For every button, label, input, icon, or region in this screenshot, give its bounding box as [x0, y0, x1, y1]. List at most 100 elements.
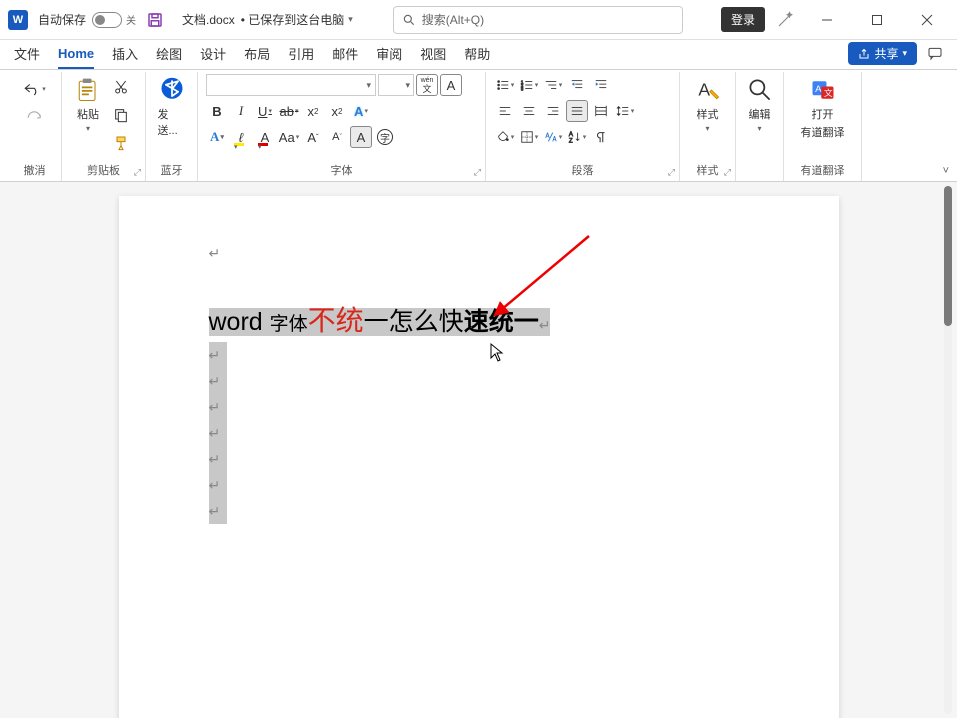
- ribbon-tabs: 文件 Home 插入 绘图 设计 布局 引用 邮件 审阅 视图 帮助 共享: [0, 40, 957, 70]
- tab-view[interactable]: 视图: [420, 40, 446, 69]
- change-case-button[interactable]: Aa: [278, 126, 300, 148]
- group-clipboard: 粘贴 ▾ 剪贴板⤢: [62, 72, 146, 181]
- ribbon-collapse-icon[interactable]: ˅: [943, 165, 949, 177]
- tab-home[interactable]: Home: [58, 42, 94, 69]
- share-button[interactable]: 共享: [848, 42, 917, 65]
- group-bluetooth-label: 蓝牙: [154, 160, 189, 181]
- tab-help[interactable]: 帮助: [464, 40, 490, 69]
- svg-text:Z: Z: [569, 137, 573, 144]
- tab-review[interactable]: 审阅: [376, 40, 402, 69]
- text-effects-button[interactable]: A: [350, 100, 372, 122]
- superscript-button[interactable]: x2: [326, 100, 348, 122]
- scroll-thumb[interactable]: [944, 186, 952, 326]
- selected-text-line[interactable]: word 字体不统一怎么快速统一↵: [209, 300, 749, 342]
- minimize-button[interactable]: [805, 5, 849, 35]
- login-button[interactable]: 登录: [721, 7, 765, 32]
- highlight-button[interactable]: ℓ: [230, 126, 252, 148]
- multilevel-list-button[interactable]: [542, 74, 564, 96]
- paragraph-mark-icon: ↵: [209, 373, 221, 390]
- font-color-button[interactable]: A: [254, 126, 276, 148]
- tab-design[interactable]: 设计: [200, 40, 226, 69]
- bullets-button[interactable]: [494, 74, 516, 96]
- group-paragraph: 123 AZ 段落⤢: [486, 72, 680, 181]
- align-right-button[interactable]: [542, 100, 564, 122]
- word-app-icon: W: [8, 10, 28, 30]
- copy-button[interactable]: [110, 104, 132, 126]
- align-center-button[interactable]: [518, 100, 540, 122]
- launcher-icon[interactable]: ⤢: [134, 167, 141, 178]
- group-styles: A 样式 ▾ 样式⤢: [680, 72, 736, 181]
- search-input[interactable]: 搜索(Alt+Q): [393, 6, 683, 34]
- decrease-indent-button[interactable]: [566, 74, 588, 96]
- close-button[interactable]: [905, 5, 949, 35]
- increase-indent-button[interactable]: [590, 74, 612, 96]
- cut-button[interactable]: [110, 76, 132, 98]
- document-title[interactable]: 文档.docx: [182, 11, 235, 28]
- justify-button[interactable]: [566, 100, 588, 122]
- styles-button[interactable]: A 样式 ▾: [690, 74, 726, 135]
- search-placeholder: 搜索(Alt+Q): [422, 11, 484, 28]
- tab-layout[interactable]: 布局: [244, 40, 270, 69]
- borders-button[interactable]: [518, 126, 540, 148]
- line-spacing-button[interactable]: [614, 100, 636, 122]
- numbering-button[interactable]: 123: [518, 74, 540, 96]
- strikethrough-button[interactable]: ab: [278, 100, 300, 122]
- vertical-scrollbar[interactable]: [941, 186, 955, 714]
- wand-icon[interactable]: [771, 11, 799, 29]
- shrink-font-button[interactable]: Aˇ: [326, 126, 348, 148]
- format-painter-button[interactable]: [110, 132, 132, 154]
- bluetooth-icon: [158, 76, 186, 104]
- enclosed-char-button[interactable]: 字: [374, 126, 396, 148]
- paste-button[interactable]: 粘贴 ▾: [70, 74, 106, 135]
- grow-font-button[interactable]: Aˇ: [302, 126, 324, 148]
- bold-button[interactable]: B: [206, 100, 228, 122]
- asian-layout-button[interactable]: [542, 126, 564, 148]
- autosave-toggle[interactable]: [92, 12, 122, 28]
- share-icon: [858, 48, 870, 60]
- autosave-state: 关: [126, 12, 136, 27]
- font-name-input[interactable]: [206, 74, 376, 96]
- tab-draw[interactable]: 绘图: [156, 40, 182, 69]
- phonetic-guide-button[interactable]: wén文: [416, 74, 438, 96]
- tab-file[interactable]: 文件: [14, 40, 40, 69]
- save-icon[interactable]: [146, 11, 164, 29]
- group-editing: 编辑 ▾: [736, 72, 784, 181]
- find-icon: [746, 76, 774, 104]
- paragraph-mark-icon: ↵: [209, 399, 221, 416]
- shading-button[interactable]: [494, 126, 516, 148]
- text-style-button[interactable]: A: [206, 126, 228, 148]
- underline-button[interactable]: U: [254, 100, 276, 122]
- subscript-button[interactable]: x2: [302, 100, 324, 122]
- svg-text:A: A: [698, 79, 710, 99]
- youdao-open-button[interactable]: A文 打开 有道翻译: [797, 74, 849, 142]
- styles-icon: A: [694, 76, 722, 104]
- character-border-button[interactable]: A: [440, 74, 462, 96]
- document-saved-status: • 已保存到这台电脑: [241, 11, 345, 28]
- launcher-icon[interactable]: ⤢: [724, 167, 731, 178]
- undo-button[interactable]: [23, 78, 46, 100]
- paragraph-mark-icon: ↵: [539, 317, 551, 333]
- launcher-icon[interactable]: ⤢: [668, 167, 675, 178]
- bluetooth-send-button[interactable]: 发送...: [154, 74, 190, 140]
- distributed-button[interactable]: [590, 100, 612, 122]
- maximize-button[interactable]: [855, 5, 899, 35]
- align-left-button[interactable]: [494, 100, 516, 122]
- character-shading-button[interactable]: A: [350, 126, 372, 148]
- tab-mailings[interactable]: 邮件: [332, 40, 358, 69]
- text-run: 速统一: [464, 308, 539, 336]
- redo-button[interactable]: [24, 106, 46, 128]
- text-run: 字体: [270, 314, 308, 335]
- launcher-icon[interactable]: ⤢: [474, 167, 481, 178]
- title-dropdown-icon[interactable]: ▾: [348, 14, 353, 25]
- paste-icon: [74, 76, 102, 104]
- show-marks-button[interactable]: [590, 126, 612, 148]
- sort-button[interactable]: AZ: [566, 126, 588, 148]
- tab-references[interactable]: 引用: [288, 40, 314, 69]
- tab-insert[interactable]: 插入: [112, 40, 138, 69]
- group-youdao-label: 有道翻译: [792, 160, 853, 181]
- editing-button[interactable]: 编辑 ▾: [742, 74, 778, 135]
- font-size-input[interactable]: [378, 74, 414, 96]
- comments-icon[interactable]: [927, 45, 943, 61]
- italic-button[interactable]: I: [230, 100, 252, 122]
- page[interactable]: ↵ word 字体不统一怎么快速统一↵ ↵ ↵ ↵ ↵ ↵ ↵ ↵: [119, 196, 839, 718]
